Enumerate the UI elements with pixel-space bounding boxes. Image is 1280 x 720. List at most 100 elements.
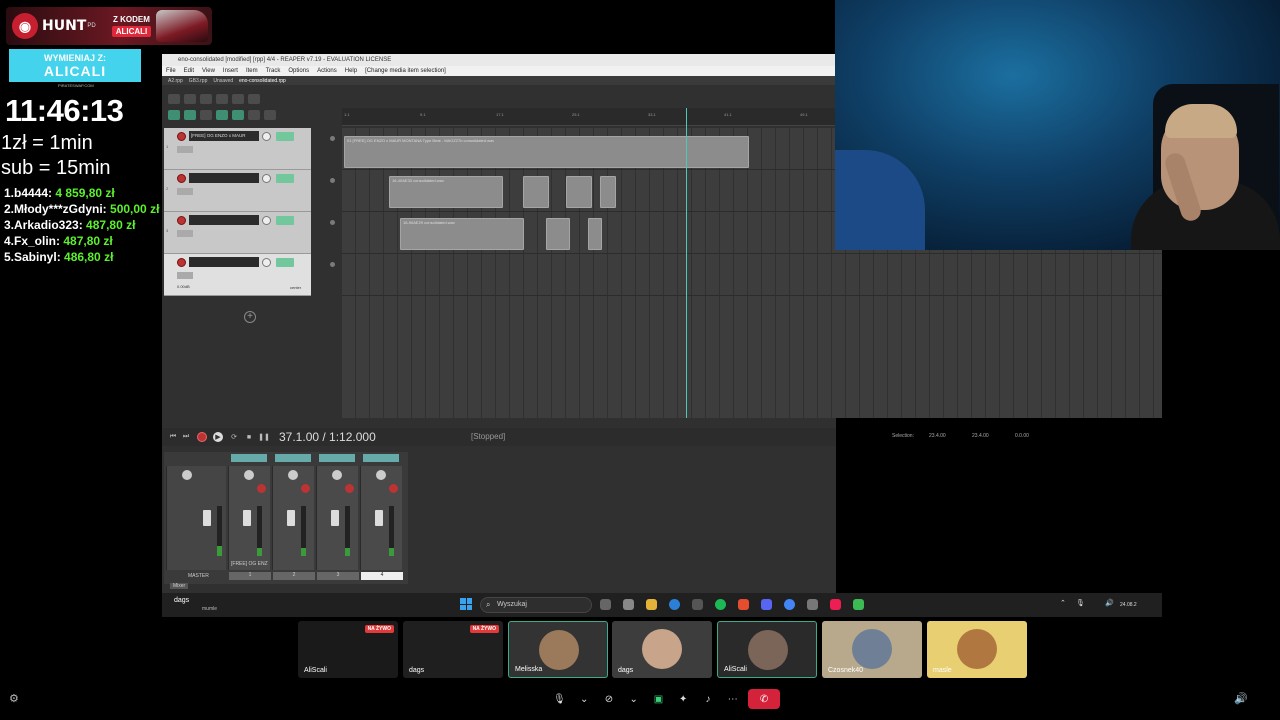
record-arm-icon[interactable] — [177, 216, 186, 225]
io-button[interactable] — [177, 146, 193, 153]
menu-file[interactable]: File — [166, 68, 176, 76]
volume-knob[interactable] — [262, 132, 271, 141]
menu-actions[interactable]: Actions — [317, 68, 337, 76]
discord-icon[interactable] — [761, 599, 772, 610]
envelope-dot[interactable] — [330, 178, 335, 183]
windows-start-icon[interactable] — [460, 598, 472, 610]
envelope-icon[interactable] — [264, 110, 276, 120]
media-item[interactable]: 16-40AE33 consolidated.wav — [389, 176, 503, 208]
activities-icon[interactable]: ✦ — [674, 689, 693, 709]
track-name[interactable] — [189, 215, 259, 225]
media-item[interactable]: 16-90AE29 consolidated.wav — [400, 218, 524, 250]
media-item[interactable] — [546, 218, 570, 250]
fx-button[interactable] — [276, 258, 294, 267]
mixer-strip[interactable]: 4 — [360, 454, 403, 580]
store-icon[interactable] — [623, 599, 634, 610]
mixer-strip[interactable]: 1 — [228, 454, 271, 580]
pan-knob[interactable] — [376, 470, 386, 480]
taskbar-user[interactable]: dags — [174, 597, 189, 604]
menu-insert[interactable]: Insert — [223, 68, 238, 76]
volume-icon[interactable]: 🔊 — [1105, 599, 1114, 607]
file-explorer-icon[interactable] — [646, 599, 657, 610]
soundboard-icon[interactable]: ♪ — [699, 689, 718, 709]
obs-icon[interactable] — [807, 599, 818, 610]
pan-knob[interactable] — [182, 470, 192, 480]
record-arm-icon[interactable] — [177, 132, 186, 141]
project-tab-active[interactable]: eno-consolidated.rpp — [239, 78, 286, 85]
save-project-icon[interactable] — [200, 94, 212, 104]
volume-fader[interactable] — [331, 510, 339, 526]
volume-icon[interactable]: 🔊 — [1234, 692, 1248, 705]
track-header[interactable]: 3 — [164, 212, 311, 254]
project-tab[interactable]: A2.rpp — [168, 78, 183, 85]
settings-icon[interactable]: ⚙ — [9, 692, 19, 705]
participant-tile[interactable]: Czosnek40 — [822, 621, 922, 678]
pan-knob[interactable] — [244, 470, 254, 480]
selection-end[interactable]: 23.4.00 — [972, 433, 989, 439]
lock-icon[interactable] — [248, 110, 260, 120]
tiktok-icon[interactable] — [830, 599, 841, 610]
record-arm-icon[interactable] — [177, 258, 186, 267]
group-icon[interactable] — [216, 110, 228, 120]
project-tab[interactable]: Unsaved — [213, 78, 233, 85]
pan-knob[interactable] — [288, 470, 298, 480]
menu-view[interactable]: View — [202, 68, 215, 76]
ripple-icon[interactable] — [200, 110, 212, 120]
envelope-dot[interactable] — [330, 220, 335, 225]
volume-fader[interactable] — [287, 510, 295, 526]
selection-start[interactable]: 23.4.00 — [929, 433, 946, 439]
leave-call-icon[interactable]: ✆ — [748, 689, 781, 709]
pause-icon[interactable]: ❚❚ — [258, 432, 270, 442]
track-header[interactable]: [FREE] OG ENZO x MAUR 1 — [164, 128, 311, 170]
record-icon[interactable] — [197, 432, 207, 442]
participant-tile[interactable]: NA ŻYWO dags — [403, 621, 503, 678]
more-icon[interactable]: ⋯ — [723, 689, 742, 709]
track-header[interactable]: 2 — [164, 170, 311, 212]
tray-chevron-icon[interactable]: ⌃ — [1060, 599, 1066, 607]
participant-tile[interactable]: NA ŻYWO AliScali — [298, 621, 398, 678]
screen-share-icon[interactable]: ▣ — [649, 689, 668, 709]
playhead[interactable] — [686, 108, 687, 418]
record-arm-icon[interactable] — [177, 174, 186, 183]
mixer-strip-master[interactable] — [166, 466, 226, 570]
open-project-icon[interactable] — [184, 94, 196, 104]
track-name[interactable] — [189, 173, 259, 183]
participant-tile[interactable]: masle — [927, 621, 1027, 678]
mixer-tab[interactable]: Mixer — [170, 583, 189, 589]
menu-edit[interactable]: Edit — [184, 68, 194, 76]
redo-icon[interactable] — [248, 94, 260, 104]
volume-fader[interactable] — [375, 510, 383, 526]
fx-button[interactable] — [276, 174, 294, 183]
go-end-icon[interactable]: ⏭ — [181, 432, 191, 442]
record-arm-icon[interactable] — [389, 484, 398, 493]
fx-button[interactable] — [276, 216, 294, 225]
add-track-icon[interactable]: + — [244, 311, 256, 323]
taskbar-search[interactable]: ⌕ Wyszukaj — [480, 597, 592, 613]
io-button[interactable] — [177, 188, 193, 195]
project-tab[interactable]: GB3.rpp — [189, 78, 208, 85]
snap-icon[interactable] — [184, 110, 196, 120]
media-item[interactable] — [588, 218, 602, 250]
track-name[interactable]: [FREE] OG ENZO x MAUR — [189, 131, 259, 141]
track-lane[interactable] — [342, 254, 1162, 296]
volume-fader[interactable] — [203, 510, 211, 526]
media-item[interactable]: 01 [FREE] OG ENZO x MAUR MONTANA Type Be… — [344, 136, 749, 168]
edge-icon[interactable] — [669, 599, 680, 610]
new-project-icon[interactable] — [168, 94, 180, 104]
menu-item[interactable]: Item — [246, 68, 258, 76]
participant-tile[interactable]: Melisska — [508, 621, 608, 678]
selection-length[interactable]: 0.0.00 — [1015, 433, 1029, 439]
volume-fader[interactable] — [243, 510, 251, 526]
volume-knob[interactable] — [262, 174, 271, 183]
volume-knob[interactable] — [262, 258, 271, 267]
mixer-strip[interactable]: 2 — [272, 454, 315, 580]
media-item[interactable] — [566, 176, 592, 208]
chrome-icon[interactable] — [784, 599, 795, 610]
brave-icon[interactable] — [738, 599, 749, 610]
record-arm-icon[interactable] — [345, 484, 354, 493]
fx-button[interactable] — [276, 132, 294, 141]
task-view-icon[interactable] — [600, 599, 611, 610]
media-item[interactable] — [523, 176, 549, 208]
menu-help[interactable]: Help — [345, 68, 357, 76]
mixer-strip[interactable]: 3 — [316, 454, 359, 580]
